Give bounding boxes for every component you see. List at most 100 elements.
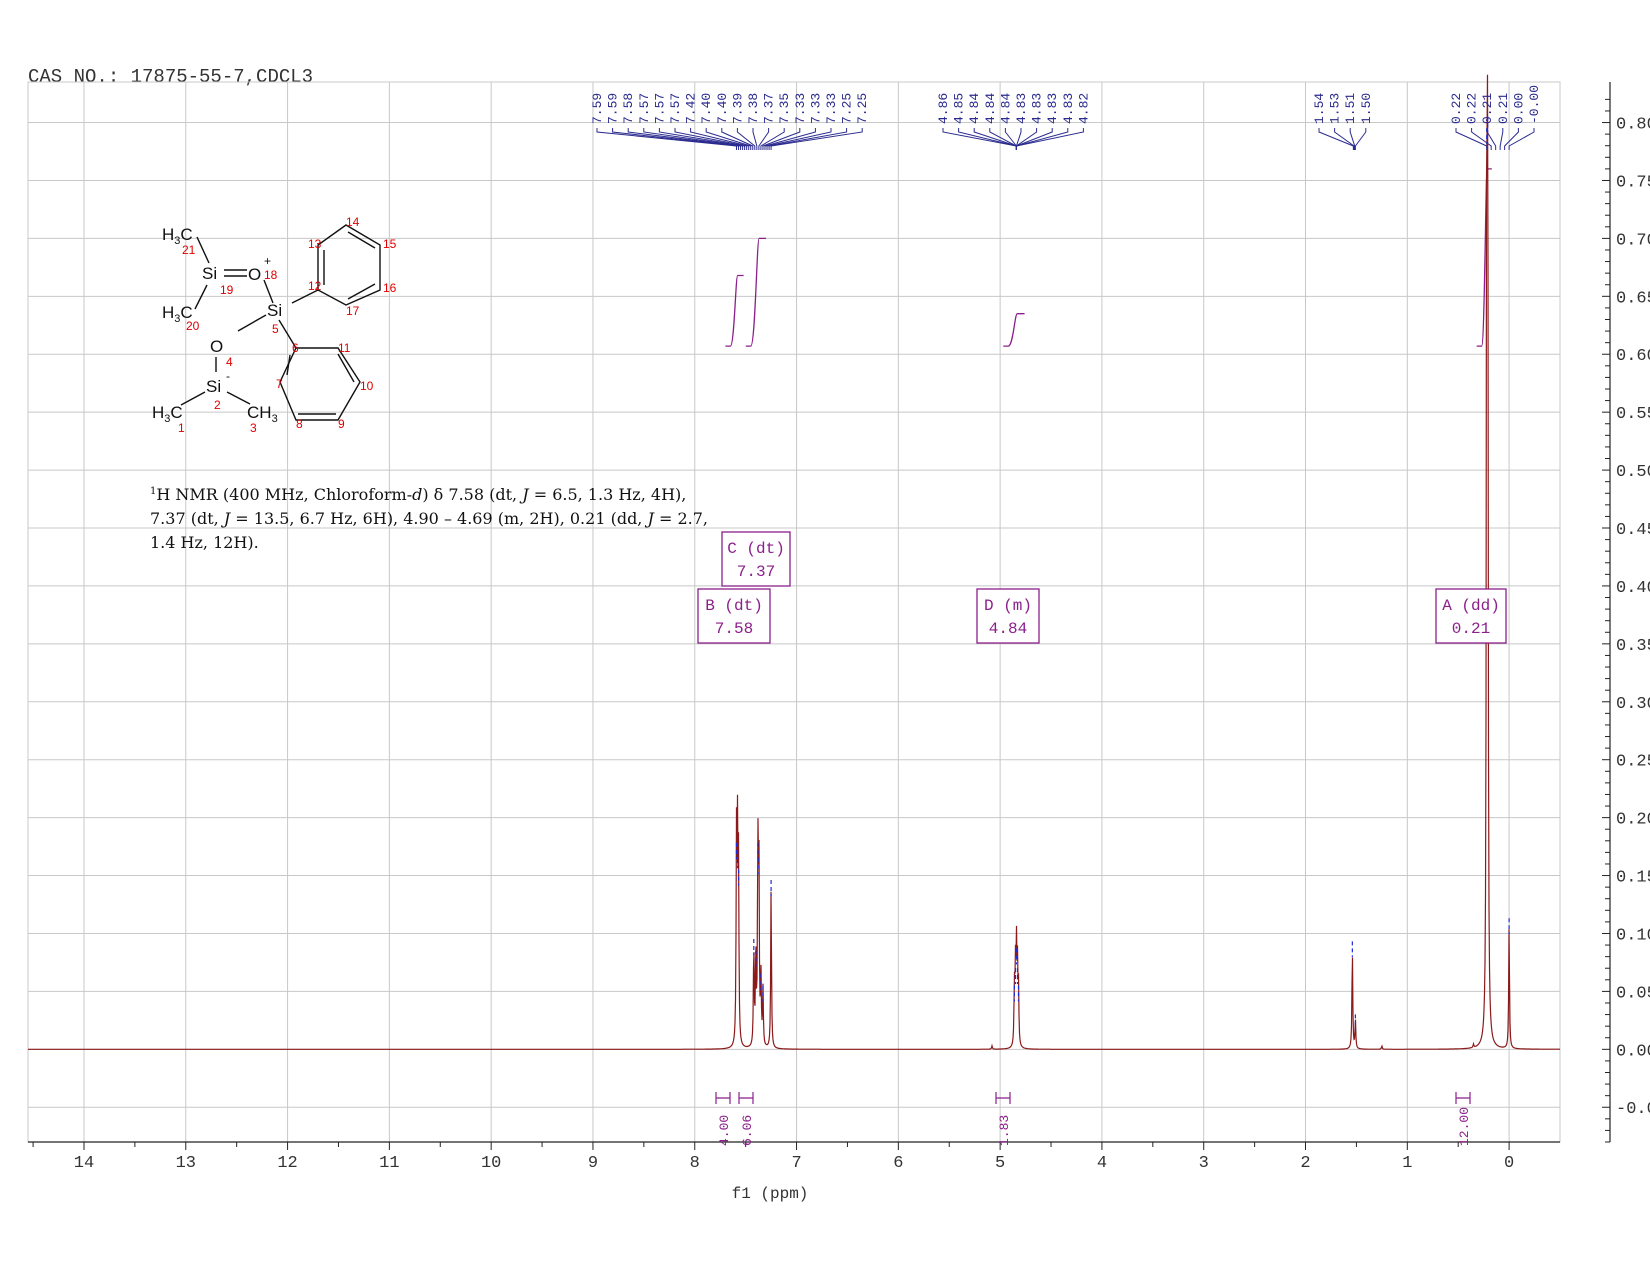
atom-number: 20 — [186, 319, 200, 333]
x-tick-label: 2 — [1300, 1154, 1310, 1173]
peak-label: 7.39 — [730, 93, 745, 124]
peak-label: 7.25 — [840, 93, 855, 124]
peak-label: 4.86 — [936, 93, 951, 124]
peak-label: 4.84 — [967, 93, 982, 124]
peak-label: 7.33 — [824, 93, 839, 124]
x-tick-label: 6 — [893, 1154, 903, 1173]
peak-label: 1.51 — [1343, 93, 1358, 124]
x-tick-label: 10 — [481, 1154, 501, 1173]
nmr-description: 1H NMR (400 MHz, Chloroform-d) δ 7.58 (d… — [150, 485, 708, 552]
x-tick-label: 13 — [176, 1154, 196, 1173]
peak-label: 7.40 — [715, 93, 730, 124]
peak-label-connector — [1499, 128, 1504, 150]
multiplet-shift: 4.84 — [989, 620, 1027, 638]
atom-number: 18 — [264, 268, 278, 282]
atom-number: 2 — [214, 398, 221, 412]
peak-label-connector — [766, 128, 832, 150]
x-tick-label: 5 — [995, 1154, 1005, 1173]
peak-label: 7.59 — [590, 93, 605, 124]
peak-label: 0.00 — [1511, 93, 1526, 124]
nmr-spectrum-chart: CAS NO.: 17875-55-7,CDCL3 14 13 12 11 10 9 8 7 6… — [27, 66, 1650, 1203]
phenyl-ring-lower — [279, 347, 361, 421]
atom-number: 17 — [346, 304, 360, 318]
bond — [237, 314, 267, 332]
peak-label: 7.35 — [777, 93, 792, 124]
integral-value: 1.83 — [997, 1115, 1012, 1146]
bond — [196, 236, 210, 264]
atom-number: 1 — [178, 421, 185, 435]
atom-number: 21 — [182, 243, 196, 257]
y-tick-label: 0.25 — [1616, 753, 1650, 772]
peak-label: 4.85 — [952, 93, 967, 124]
peak-label-connector — [736, 128, 756, 150]
peak-label-connector — [1015, 128, 1022, 150]
atom-number: 9 — [338, 417, 345, 431]
atom-number: 15 — [383, 237, 397, 251]
atom-number: 5 — [272, 322, 279, 336]
peak-label: 4.83 — [1045, 93, 1060, 124]
x-tick-label: 4 — [1097, 1154, 1107, 1173]
grid — [27, 81, 1561, 1143]
peak-label: 7.57 — [668, 93, 683, 124]
integral-curve — [1476, 168, 1492, 347]
description-line-1: 1H NMR (400 MHz, Chloroform-d) δ 7.58 (d… — [150, 485, 686, 504]
bond — [194, 284, 208, 310]
multiplet-shift: 0.21 — [1452, 620, 1490, 638]
peak-label-connector — [1354, 128, 1367, 150]
peak-label: 4.83 — [1014, 93, 1029, 124]
multiplet-label: A (dd) — [1442, 597, 1500, 615]
svg-text:Si: Si — [202, 264, 217, 283]
y-tick-label: 0.15 — [1616, 869, 1650, 888]
y-tick-label: 0.75 — [1616, 173, 1650, 192]
x-axis-label: f1 (ppm) — [732, 1185, 809, 1203]
peak-label: 0.22 — [1449, 93, 1464, 124]
peak-label-connector — [1004, 128, 1017, 150]
peak-label-connector — [770, 128, 863, 150]
peak-label: 0.21 — [1480, 93, 1495, 124]
x-tick-label: 11 — [379, 1154, 399, 1173]
integral-curves — [725, 168, 1492, 347]
integral-value: 4.00 — [717, 1115, 732, 1146]
x-tick-label: 3 — [1199, 1154, 1209, 1173]
structure-atoms: H3C Si O + H3C Si O Si - H3C CH3 — [152, 225, 282, 425]
y-tick-label: 0.45 — [1616, 521, 1650, 540]
peak-label: 7.38 — [746, 93, 761, 124]
y-tick-label: 0.35 — [1616, 637, 1650, 656]
peak-label: 7.33 — [793, 93, 808, 124]
peak-label: 7.25 — [855, 93, 870, 124]
y-tick-label: 0.10 — [1616, 926, 1650, 945]
x-axis: 14 13 12 11 10 9 8 7 6 5 4 3 2 1 0 — [28, 1141, 1560, 1173]
peak-label: 4.82 — [1076, 93, 1091, 124]
peak-label: 0.21 — [1496, 93, 1511, 124]
y-tick-label: 0.05 — [1616, 984, 1650, 1003]
atom-number: 4 — [226, 355, 233, 369]
y-tick-label: 0.40 — [1616, 579, 1650, 598]
y-tick-label: 0.60 — [1616, 347, 1650, 366]
bond — [180, 391, 206, 406]
atom-number: 19 — [220, 283, 234, 297]
atom-number: 13 — [308, 237, 322, 251]
cas-label: CAS NO.: 17875-55-7,CDCL3 — [28, 66, 313, 88]
svg-text:Si: Si — [206, 377, 221, 396]
peak-label: 7.57 — [637, 93, 652, 124]
peak-label: 7.42 — [684, 93, 699, 124]
multiplet-label: C (dt) — [727, 540, 785, 558]
integral-bracket — [715, 1092, 731, 1104]
atom-number: 3 — [250, 421, 257, 435]
atom-number: 12 — [308, 279, 322, 293]
x-tick-label: 14 — [74, 1154, 94, 1173]
description-line-2: 7.37 (dt, J = 13.5, 6.7 Hz, 6H), 4.90 – … — [150, 509, 708, 528]
peak-label-connector — [1318, 128, 1354, 150]
atom-number: 6 — [292, 341, 299, 355]
x-tick-label: 0 — [1504, 1154, 1514, 1173]
integral-value: 12.00 — [1457, 1107, 1472, 1146]
peak-label-connector — [596, 128, 737, 150]
atom-number: 10 — [360, 379, 374, 393]
y-tick-label: 0.55 — [1616, 405, 1650, 424]
x-tick-label: 12 — [277, 1154, 297, 1173]
y-tick-label: 0.00 — [1616, 1042, 1650, 1061]
integral-bracket — [995, 1092, 1011, 1104]
y-tick-label: -0.05 — [1616, 1100, 1650, 1119]
peak-label: 1.54 — [1312, 93, 1327, 124]
peak-label: 7.58 — [621, 93, 636, 124]
